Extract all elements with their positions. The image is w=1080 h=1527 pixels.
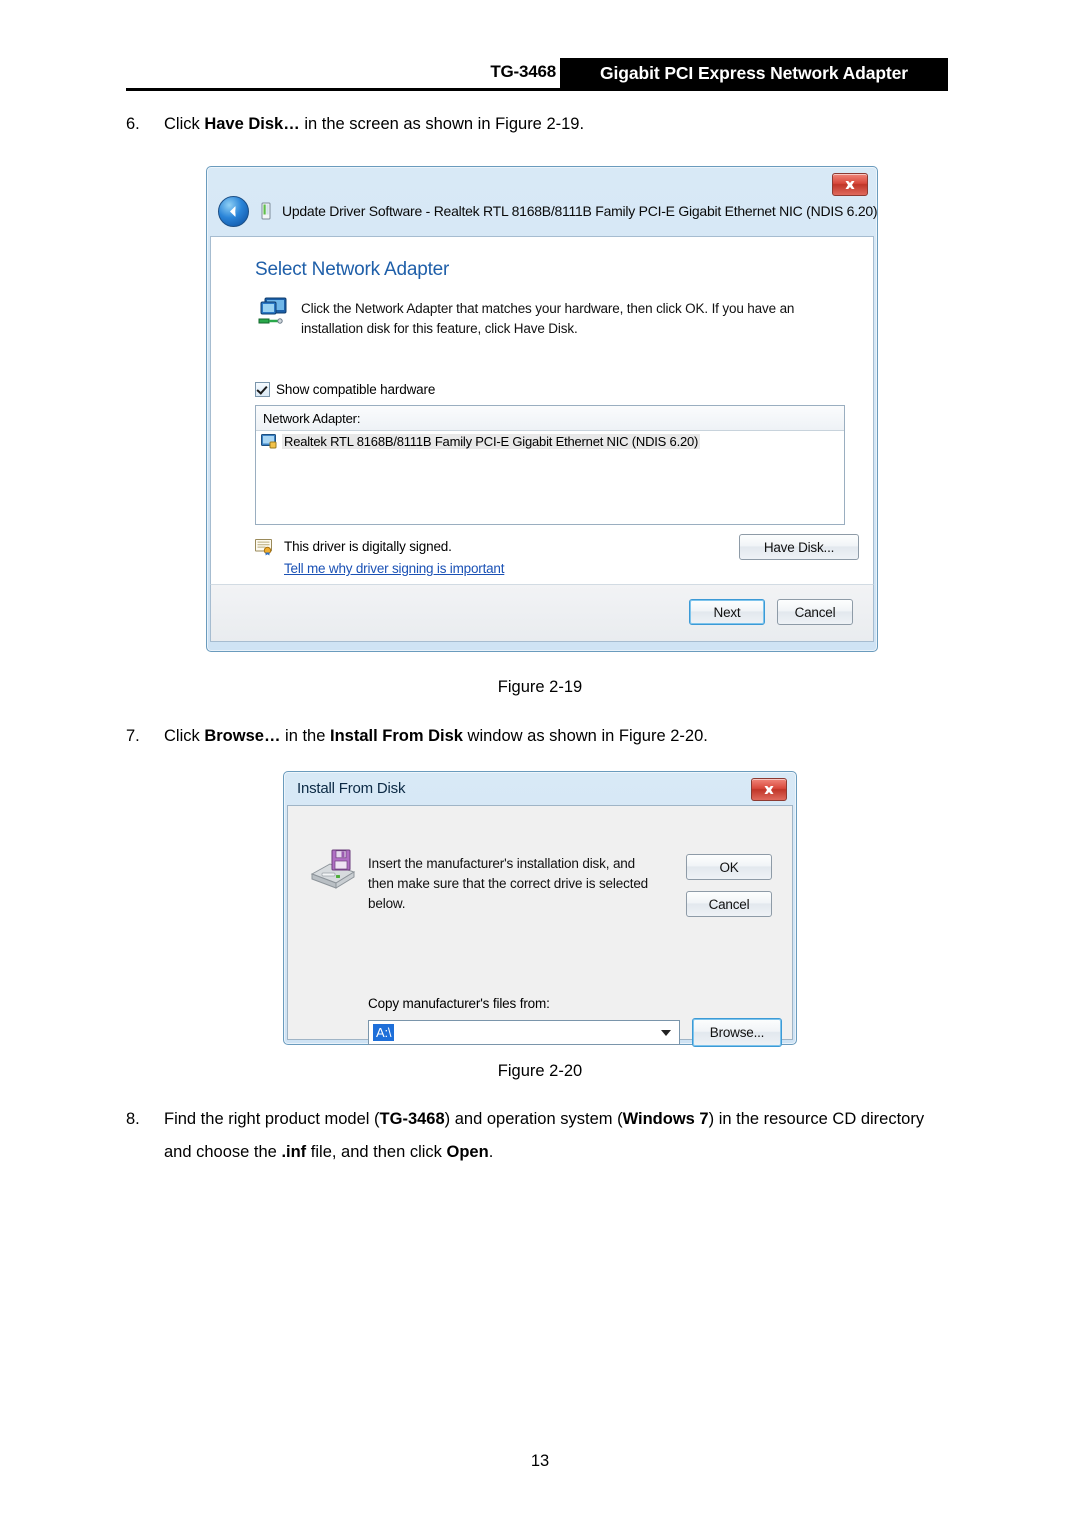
- step-7-text-after: Figure 2-20.: [618, 727, 708, 745]
- back-arrow-icon[interactable]: [218, 195, 249, 227]
- step-8-bold-inf: .inf: [281, 1143, 307, 1161]
- floppy-disk-drive-icon: [310, 849, 356, 889]
- step-8-part1: Find the right product model (: [164, 1110, 380, 1128]
- show-compatible-hardware-label: Show compatible hardware: [276, 382, 436, 397]
- step-7-bold-install-from-disk: Install From Disk: [330, 727, 463, 745]
- update-dialog-title: Update Driver Software - Realtek RTL 816…: [282, 203, 878, 219]
- ok-button[interactable]: OK: [686, 854, 772, 880]
- close-icon[interactable]: [751, 778, 787, 801]
- update-dialog-footer: Next Cancel: [210, 584, 874, 642]
- header-rule: [126, 88, 948, 91]
- network-adapter-listbox[interactable]: Network Adapter: Realtek RTL 8168B/8111B…: [255, 405, 845, 525]
- install-dialog-buttons: OK Cancel: [686, 854, 772, 917]
- nic-card-icon: [261, 434, 277, 449]
- figure-caption-2-19: Figure 2-19: [497, 678, 583, 696]
- list-item[interactable]: Realtek RTL 8168B/8111B Family PCI-E Gig…: [256, 431, 844, 452]
- step-6-number: 6.: [126, 115, 140, 133]
- step-8-part5: .: [488, 1143, 494, 1161]
- driver-signed-info: This driver is digitally signed. Tell me…: [255, 539, 504, 576]
- step-7-text-mid2: window as shown in: [462, 727, 619, 745]
- step-6-text-mid: in the screen as shown in: [299, 115, 496, 133]
- update-dialog-nav-row: Update Driver Software - Realtek RTL 816…: [218, 194, 878, 228]
- driver-signed-texts: This driver is digitally signed. Tell me…: [284, 539, 504, 576]
- step-8-bold-open: Open: [446, 1143, 489, 1161]
- show-compatible-hardware-checkbox[interactable]: Show compatible hardware: [255, 382, 435, 397]
- step-6: 6. Click Have Disk… in the screen as sho…: [126, 108, 956, 141]
- step-7-text: Click Browse… in the Install From Disk w…: [164, 720, 956, 753]
- install-dialog-body: Insert the manufacturer's installation d…: [287, 805, 793, 1047]
- step-7-number: 7.: [126, 727, 140, 745]
- step-8-number: 8.: [126, 1110, 140, 1128]
- update-dialog-content: Select Network Adapter Click the Network…: [210, 236, 874, 584]
- page-number: 13: [530, 1452, 550, 1470]
- browse-button[interactable]: Browse...: [692, 1018, 782, 1047]
- step-8: 8. Find the right product model (TG-3468…: [126, 1103, 956, 1169]
- close-icon[interactable]: [832, 173, 868, 196]
- step-6-text-before: Click: [164, 115, 205, 133]
- step-7-text-mid: in the: [280, 727, 330, 745]
- step-8-bold-model: TG-3468: [379, 1110, 445, 1128]
- step-8-text: Find the right product model (TG-3468) a…: [164, 1103, 956, 1169]
- checkbox-icon[interactable]: [255, 382, 270, 397]
- chevron-down-icon[interactable]: [661, 1029, 671, 1036]
- next-button[interactable]: Next: [689, 599, 765, 625]
- step-6-bold-have-disk: Have Disk…: [204, 115, 300, 133]
- header-model: TG-3468: [490, 62, 556, 81]
- driver-signed-text: This driver is digitally signed.: [284, 539, 452, 554]
- cancel-button[interactable]: Cancel: [686, 891, 772, 917]
- step-6-text: Click Have Disk… in the screen as shown …: [164, 108, 956, 141]
- device-icon: [261, 202, 271, 220]
- update-dialog-heading: Select Network Adapter: [255, 259, 450, 280]
- list-item-label: Realtek RTL 8168B/8111B Family PCI-E Gig…: [282, 434, 701, 449]
- install-dialog-description: Insert the manufacturer's installation d…: [368, 856, 649, 911]
- step-7: 7. Click Browse… in the Install From Dis…: [126, 720, 956, 753]
- step-8-bold-os: Windows 7: [622, 1110, 709, 1128]
- copy-from-label: Copy manufacturer's files from:: [368, 996, 550, 1011]
- page-header: TG-3468 Gigabit PCI Express Network Adap…: [126, 58, 948, 91]
- copy-from-value: A:\: [373, 1024, 395, 1041]
- have-disk-button[interactable]: Have Disk...: [739, 534, 859, 560]
- step-8-part2: ) and operation system (: [444, 1110, 623, 1128]
- header-banner: Gigabit PCI Express Network Adapter: [560, 58, 948, 89]
- update-dialog-titlebar: Update Driver Software - Realtek RTL 816…: [210, 170, 878, 236]
- step-7-bold-browse: Browse…: [204, 727, 281, 745]
- copy-from-combobox[interactable]: A:\: [368, 1020, 680, 1045]
- install-from-disk-dialog: Install From Disk Insert the manufacture…: [283, 771, 797, 1047]
- update-dialog-description: Click the Network Adapter that matches y…: [301, 301, 795, 336]
- listbox-column-header: Network Adapter:: [256, 406, 844, 431]
- figure-caption-2-20: Figure 2-20: [497, 1062, 583, 1080]
- network-adapter-icon: [258, 297, 287, 324]
- driver-signing-link[interactable]: Tell me why driver signing is important: [284, 561, 504, 576]
- cancel-button[interactable]: Cancel: [777, 599, 853, 625]
- step-7-text-before: Click: [164, 727, 205, 745]
- step-8-part4: file, and then click: [306, 1143, 447, 1161]
- install-dialog-titlebar: Install From Disk: [287, 775, 793, 805]
- step-6-text-after: Figure 2-19.: [495, 115, 585, 133]
- install-dialog-title: Install From Disk: [297, 780, 406, 797]
- update-driver-software-dialog: Update Driver Software - Realtek RTL 816…: [206, 166, 878, 652]
- certificate-icon: [255, 539, 272, 556]
- update-dialog-footer-buttons: Next Cancel: [689, 599, 853, 625]
